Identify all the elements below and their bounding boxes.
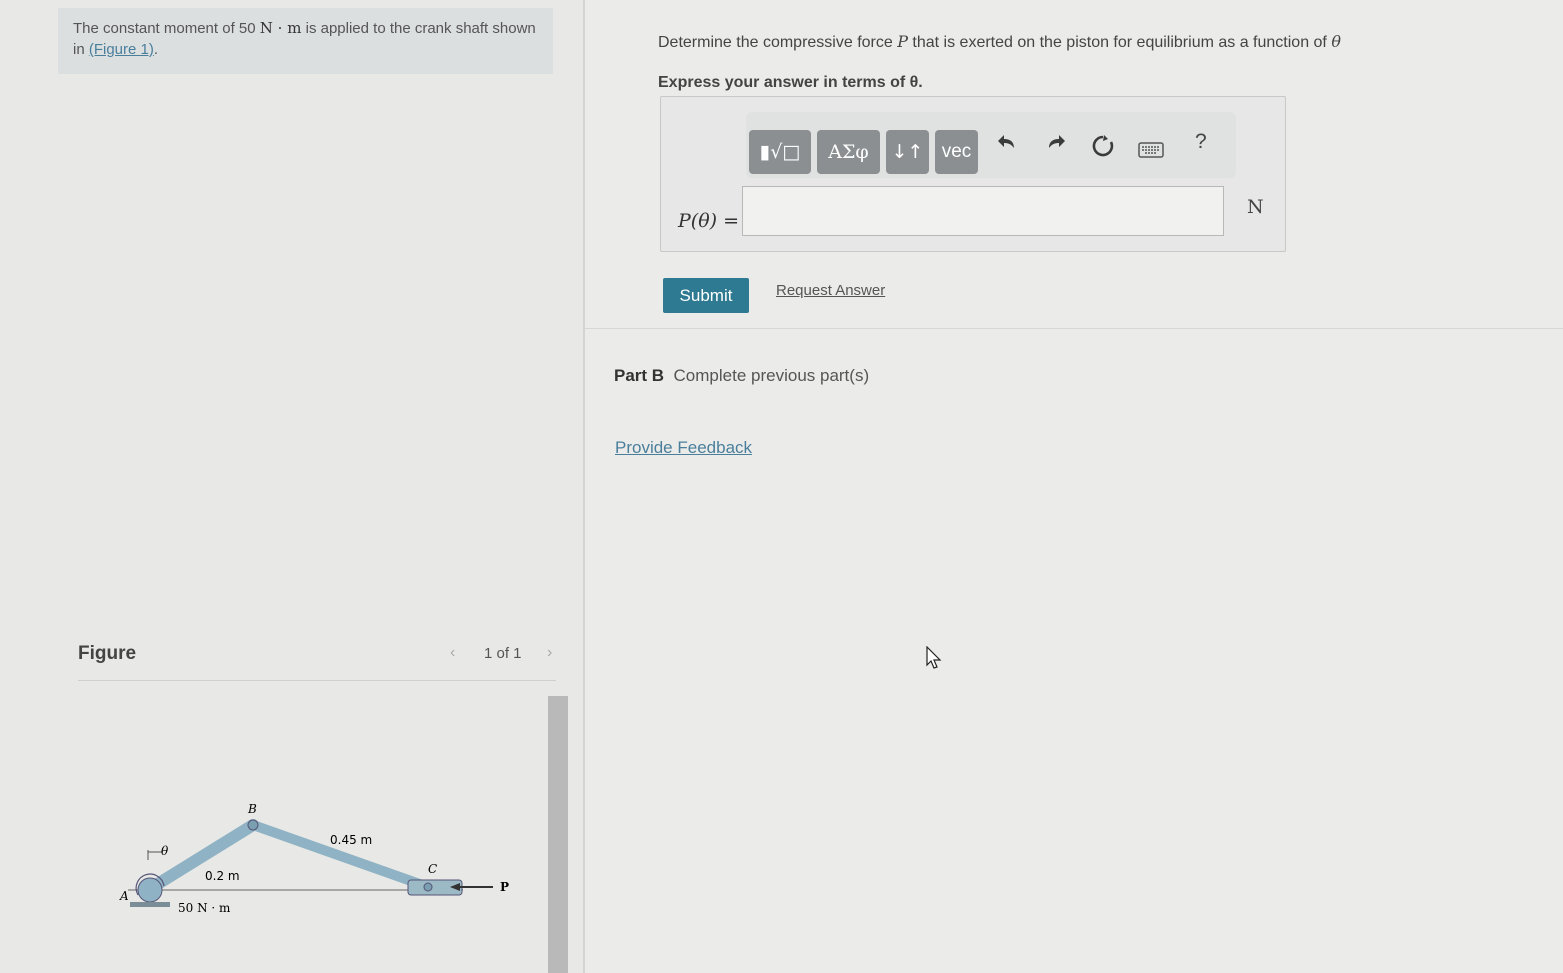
label-theta: θ <box>161 844 169 858</box>
pin-b <box>247 819 259 831</box>
crank-shaft-figure: B θ 0.45 m 0.2 m C P A 50 N · m <box>119 802 509 915</box>
answer-input[interactable] <box>742 186 1224 236</box>
template-button[interactable]: ▮√□ <box>749 130 811 174</box>
redo-icon[interactable] <box>1045 131 1067 159</box>
figure-prev-icon[interactable]: ‹ <box>450 644 455 662</box>
question-text: Determine the compressive force P that i… <box>658 32 1341 52</box>
vector-button[interactable]: vec <box>935 130 978 174</box>
question-var: P <box>897 32 908 51</box>
help-icon[interactable]: ? <box>1195 130 1207 154</box>
figure-next-icon[interactable]: › <box>547 644 552 662</box>
ground-a <box>130 902 170 907</box>
reset-icon[interactable] <box>1091 134 1115 164</box>
figure-title: Figure <box>78 643 137 664</box>
figure-divider <box>78 680 556 681</box>
label-bc-length: 0.45 m <box>330 833 372 847</box>
answer-label: P(θ) = <box>678 210 740 232</box>
figure-pager: 1 of 1 <box>484 645 522 662</box>
label-a: A <box>119 889 129 903</box>
label-moment: 50 N · m <box>178 901 231 915</box>
sort-button[interactable]: ↓↑ <box>886 130 929 174</box>
mouse-cursor-icon <box>926 645 942 675</box>
question-part-1: Determine the compressive force <box>658 34 898 51</box>
part-b-status: Complete previous part(s) <box>673 366 870 385</box>
problem-statement: The constant moment of 50 N · m is appli… <box>58 8 553 74</box>
pin-a-support <box>137 877 163 903</box>
label-ab-length: 0.2 m <box>205 869 240 883</box>
keyboard-icon[interactable] <box>1138 139 1164 165</box>
label-b: B <box>247 802 257 816</box>
section-divider <box>585 328 1563 329</box>
intro-unit: N · m <box>259 19 302 37</box>
express-instruction: Express your answer in terms of θ. <box>658 74 923 91</box>
label-c: C <box>428 862 437 876</box>
greek-symbols-button[interactable]: ΑΣφ <box>817 130 880 174</box>
part-b-label: Part B <box>614 366 665 385</box>
answer-unit: N <box>1247 196 1264 218</box>
figure-link[interactable]: (Figure 1) <box>89 41 154 58</box>
label-p: P <box>500 880 509 894</box>
intro-text: The constant moment of 50 <box>73 20 260 37</box>
question-part-2: that is exerted on the piston for equili… <box>907 34 1332 51</box>
submit-button[interactable]: Submit <box>663 278 749 313</box>
pin-c <box>423 882 433 892</box>
intro-end: . <box>153 41 159 58</box>
provide-feedback-link[interactable]: Provide Feedback <box>615 438 752 458</box>
part-b-header[interactable]: Part B Complete previous part(s) <box>614 366 869 386</box>
question-theta: θ <box>1331 32 1341 51</box>
request-answer-link[interactable]: Request Answer <box>776 282 885 299</box>
undo-icon[interactable] <box>996 131 1018 159</box>
figure-scrollbar[interactable] <box>548 696 568 973</box>
